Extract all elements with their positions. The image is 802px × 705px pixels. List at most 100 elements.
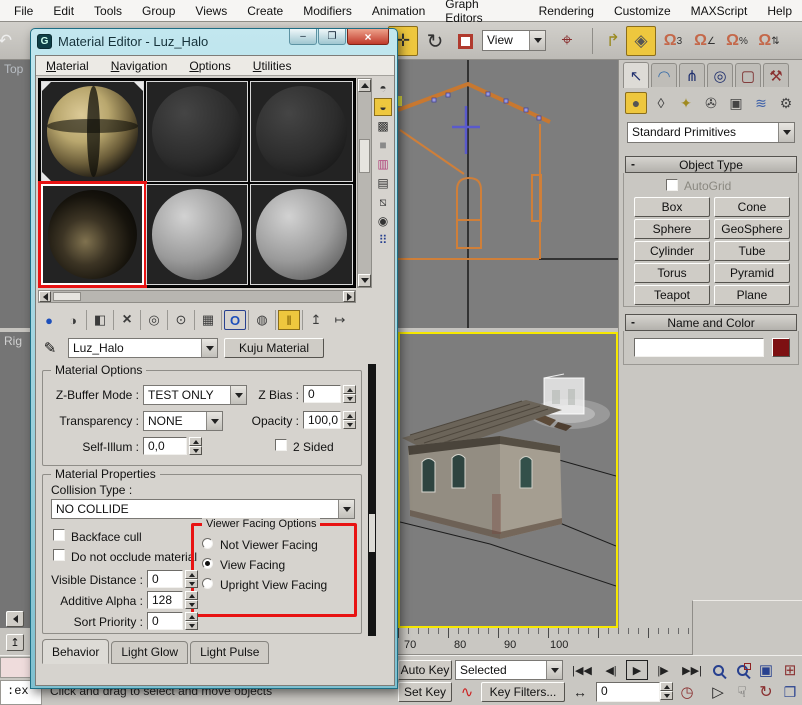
close-button[interactable]: × <box>347 29 389 45</box>
tab-behavior[interactable]: Behavior <box>42 639 109 664</box>
scroll-down-icon[interactable] <box>358 274 371 287</box>
tab-motion[interactable]: ◎ <box>707 63 733 87</box>
sample-slot-1[interactable] <box>41 81 144 182</box>
sphere-button[interactable]: Sphere <box>634 219 710 239</box>
track-bar[interactable]: 70 80 90 100 <box>398 628 692 655</box>
arc-rotate-icon[interactable]: ↻ <box>754 682 778 702</box>
reference-coordinate-dropdown[interactable]: View <box>482 30 546 51</box>
scrollbar-thumb[interactable] <box>53 292 81 301</box>
menu-customize[interactable]: Customize <box>604 2 681 20</box>
assign-material-to-selection-icon[interactable]: ◧ <box>89 310 111 330</box>
collision-type-dropdown[interactable]: NO COLLIDE <box>51 499 355 519</box>
z-bias-spinner[interactable] <box>343 385 356 403</box>
two-sided-checkbox[interactable] <box>275 439 287 451</box>
menu-modifiers[interactable]: Modifiers <box>293 2 362 20</box>
make-unique-icon[interactable]: ⊙ <box>170 310 192 330</box>
dropdown-arrow-icon[interactable] <box>778 123 794 142</box>
snaps-toggle-icon[interactable]: ◈ <box>626 26 656 56</box>
pan-hand-icon[interactable]: ☟ <box>730 682 754 702</box>
make-preview-icon[interactable]: ▤ <box>374 174 392 192</box>
material-editor-dialog[interactable]: G Material Editor - Luz_Halo – ❐ × Mater… <box>30 28 398 689</box>
maximize-button[interactable]: ❐ <box>318 29 346 45</box>
sample-options-icon[interactable]: ⧅ <box>374 193 392 211</box>
scroll-right-icon[interactable] <box>343 291 355 302</box>
category-geometry[interactable]: ● <box>625 92 647 114</box>
sort-priority-field[interactable]: 0 <box>147 612 183 630</box>
menu-create[interactable]: Create <box>237 2 293 20</box>
key-mode-toggle-icon[interactable]: ↔ <box>568 682 592 702</box>
key-filters-button[interactable]: Key Filters... <box>481 682 565 702</box>
parameters-scrollbar[interactable] <box>368 364 376 636</box>
tab-light-glow[interactable]: Light Glow <box>111 641 188 664</box>
category-lights[interactable]: ✦ <box>675 92 697 114</box>
get-material-icon[interactable]: ● <box>38 310 60 330</box>
zoom-extents-all-icon[interactable]: ⊞ <box>778 660 802 680</box>
teapot-button[interactable]: Teapot <box>634 285 710 305</box>
viewport-front[interactable] <box>398 60 618 328</box>
sample-slot-3[interactable] <box>250 81 353 182</box>
object-type-rollout-header[interactable]: - Object Type <box>625 156 797 173</box>
selection-set-dropdown[interactable]: Selected <box>455 660 563 680</box>
go-forward-to-sibling-icon[interactable]: ↦ <box>329 310 351 330</box>
undo-icon[interactable]: ↶ <box>0 26 20 56</box>
dropdown-arrow-icon[interactable] <box>338 500 354 518</box>
current-frame-field[interactable]: 0 <box>596 682 660 702</box>
plane-button[interactable]: Plane <box>714 285 790 305</box>
opacity-spinner[interactable] <box>343 411 356 429</box>
sample-slot-6[interactable] <box>250 184 353 285</box>
play-button-icon[interactable]: ▶ <box>626 660 648 680</box>
object-color-swatch[interactable] <box>772 338 790 357</box>
background-icon[interactable]: ▩ <box>374 117 392 135</box>
open-listener-icon[interactable]: ↥ <box>6 634 24 651</box>
sample-type-icon[interactable]: ◓ <box>374 79 392 97</box>
tab-light-pulse[interactable]: Light Pulse <box>190 641 269 664</box>
dropdown-arrow-icon[interactable] <box>529 31 545 50</box>
time-configuration-icon[interactable]: ◷ <box>676 682 698 702</box>
menu-tools[interactable]: Tools <box>84 2 132 20</box>
select-and-manipulate-icon[interactable]: ↱ <box>598 26 628 56</box>
samples-horizontal-scrollbar[interactable] <box>38 290 356 303</box>
menu-help[interactable]: Help <box>757 2 802 20</box>
menu-file[interactable]: File <box>4 2 43 20</box>
next-frame-icon[interactable]: |▶ <box>650 660 676 680</box>
transparency-dropdown[interactable]: NONE <box>143 411 223 431</box>
menu-options[interactable]: Options <box>179 57 242 75</box>
menu-views[interactable]: Views <box>185 2 237 20</box>
show-end-result-icon[interactable]: ‖ <box>278 310 300 330</box>
self-illum-field[interactable]: 0,0 <box>143 437 187 455</box>
menu-material[interactable]: Material <box>36 57 101 75</box>
sample-slot-4-selected-luz-halo[interactable] <box>41 184 144 285</box>
pick-material-eyedropper-icon[interactable]: ✎ <box>38 339 62 357</box>
primitives-category-dropdown[interactable]: Standard Primitives <box>627 122 795 143</box>
material-map-navigator-icon[interactable]: ⠿ <box>374 231 392 249</box>
opacity-field[interactable]: 100,0 <box>303 411 341 429</box>
tab-hierarchy[interactable]: ⋔ <box>679 63 705 87</box>
box-button[interactable]: Box <box>634 197 710 217</box>
listener-scroll-left-button[interactable] <box>6 611 24 627</box>
previous-frame-icon[interactable]: ◀| <box>598 660 624 680</box>
zoom-icon[interactable] <box>706 660 730 680</box>
select-and-scale-icon[interactable] <box>450 26 480 56</box>
category-cameras[interactable]: ✇ <box>700 92 722 114</box>
z-bias-field[interactable]: 0 <box>303 385 341 403</box>
tube-button[interactable]: Tube <box>714 241 790 261</box>
scrollbar-thumb[interactable] <box>369 514 375 552</box>
visible-distance-field[interactable]: 0 <box>147 570 183 588</box>
category-space-warps[interactable]: ≋ <box>750 92 772 114</box>
upright-view-facing-radio[interactable] <box>202 578 213 589</box>
select-by-material-icon[interactable]: ◉ <box>374 212 392 230</box>
name-and-color-rollout-header[interactable]: - Name and Color <box>625 314 797 331</box>
menu-group[interactable]: Group <box>132 2 185 20</box>
additive-alpha-field[interactable]: 128 <box>147 591 183 609</box>
go-to-end-icon[interactable]: ▶▶| <box>678 660 706 680</box>
self-illum-spinner[interactable] <box>189 437 202 455</box>
dialog-title-bar[interactable]: G Material Editor - Luz_Halo <box>37 34 208 49</box>
percent-snap-icon[interactable]: Ω% <box>722 26 752 56</box>
video-color-check-icon[interactable]: ▥ <box>374 155 392 173</box>
pyramid-button[interactable]: Pyramid <box>714 263 790 283</box>
frame-spinner[interactable] <box>660 682 673 700</box>
tab-create[interactable]: ↖ <box>623 62 649 88</box>
angle-snap-icon[interactable]: Ω∠ <box>690 26 720 56</box>
select-and-rotate-icon[interactable]: ↻ <box>420 26 450 56</box>
category-shapes[interactable]: ◊ <box>650 92 672 114</box>
